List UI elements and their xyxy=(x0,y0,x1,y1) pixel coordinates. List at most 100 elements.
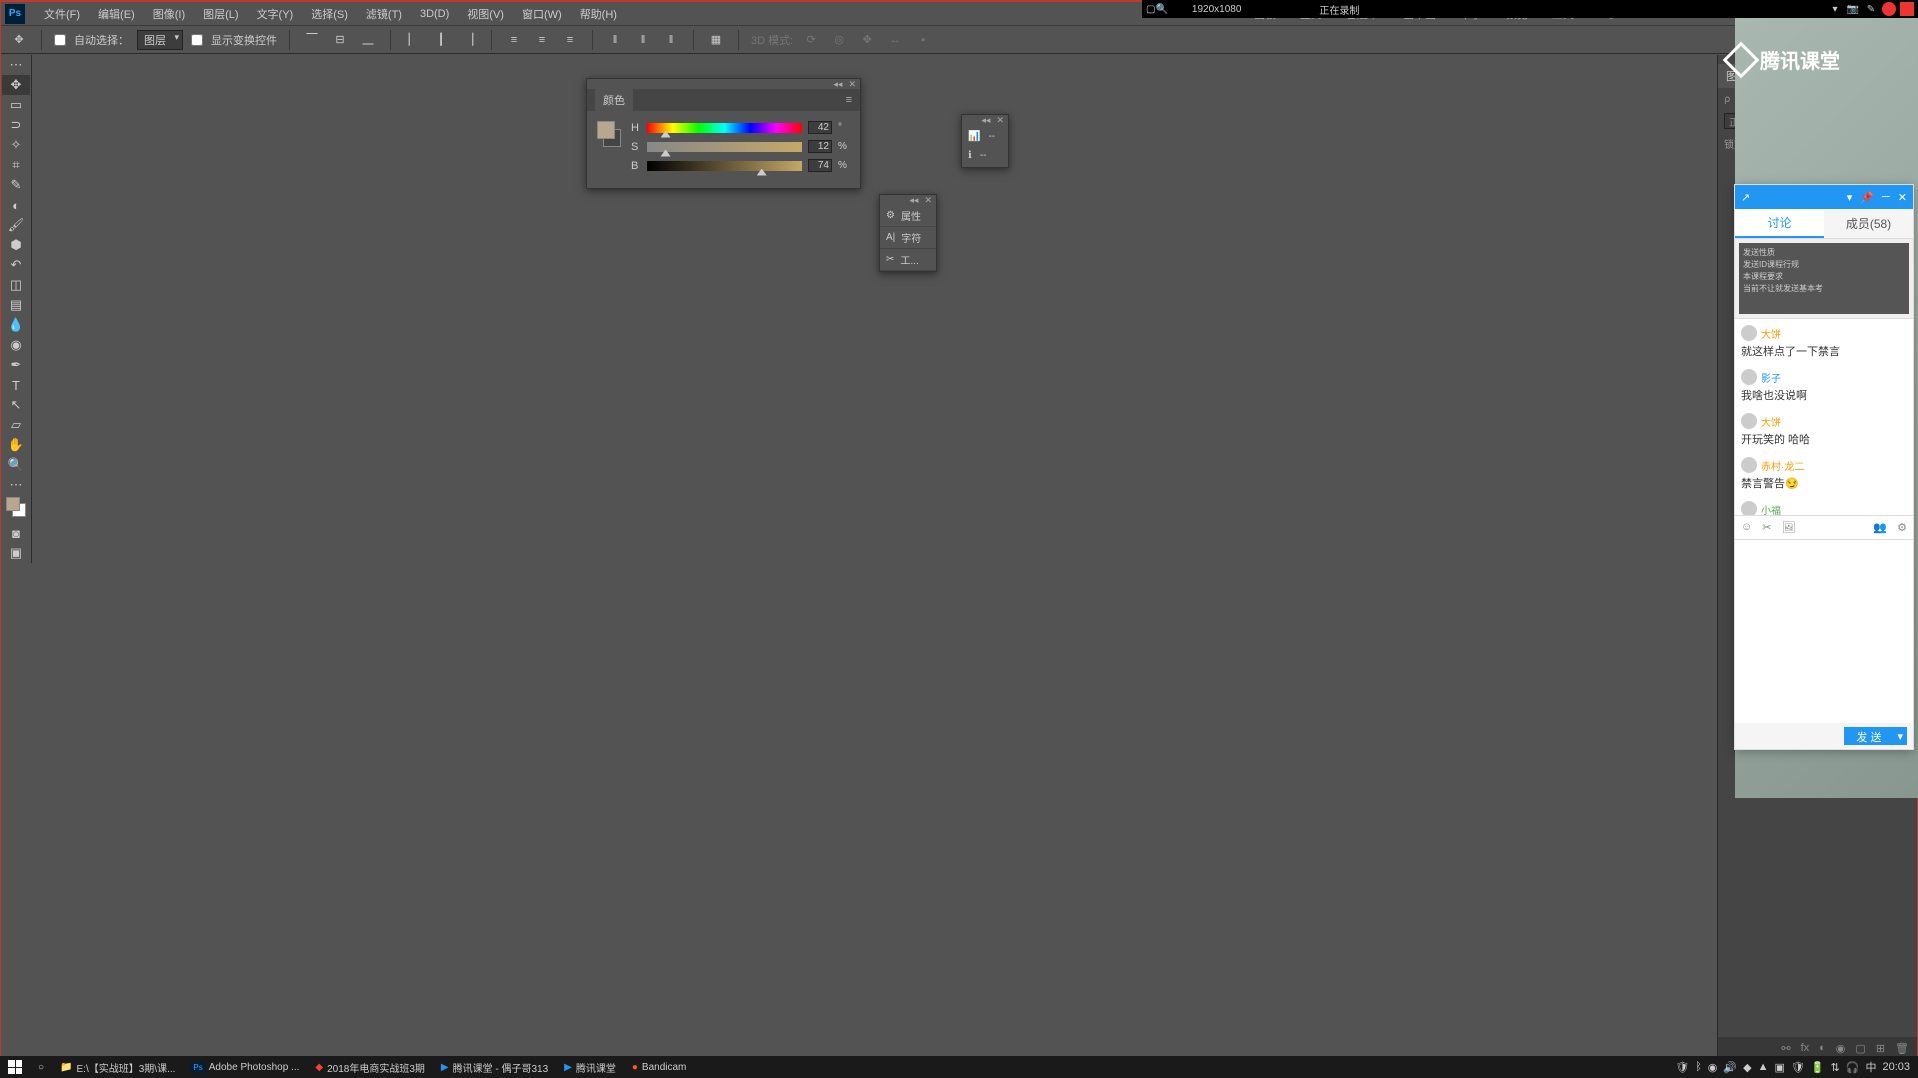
align-vcenter-icon[interactable]: ⊟ xyxy=(330,30,350,50)
chat-input[interactable] xyxy=(1735,539,1913,724)
crop-tool[interactable]: ⌗ xyxy=(2,155,30,175)
move-tool[interactable]: ✥ xyxy=(2,75,30,95)
chat-username[interactable]: 大饼 xyxy=(1761,326,1781,341)
menu-filter[interactable]: 滤镜(T) xyxy=(357,6,411,22)
menu-layer[interactable]: 图层(L) xyxy=(194,6,247,22)
cortana-button[interactable]: ○ xyxy=(30,1056,52,1078)
tray-app3-icon[interactable]: ▣ xyxy=(1774,1061,1784,1074)
delete-icon[interactable]: 🗑 xyxy=(1895,1042,1909,1055)
handle-icon[interactable]: ⋯ xyxy=(2,55,30,75)
align-left-icon[interactable]: ▏ xyxy=(403,30,423,50)
send-button[interactable]: 发 送 xyxy=(1844,727,1893,745)
distribute-right-icon[interactable]: ‖ xyxy=(661,30,681,50)
distribute-bottom-icon[interactable]: ≡ xyxy=(560,30,580,50)
tray-network-icon[interactable]: ⇅ xyxy=(1831,1061,1840,1074)
hue-value[interactable]: 42 xyxy=(808,121,832,134)
close-icon[interactable]: ✕ xyxy=(924,195,932,205)
collapse-icon[interactable]: ◂◂ xyxy=(909,195,918,205)
eyedropper-tool[interactable]: ✎ xyxy=(2,175,30,195)
3d-slide-icon[interactable]: ↔ xyxy=(885,30,905,50)
users-icon[interactable]: 👥 xyxy=(1873,521,1887,534)
canvas-area[interactable] xyxy=(32,55,1715,1059)
gradient-tool[interactable]: ▤ xyxy=(2,295,30,315)
align-bottom-icon[interactable]: ⎽ xyxy=(358,30,378,50)
histogram-icon-row[interactable]: 📊-- xyxy=(968,131,1002,142)
fx-icon[interactable]: fx xyxy=(1801,1042,1810,1054)
monitor-icon[interactable]: ▢ xyxy=(1146,4,1155,15)
camera-icon[interactable]: 📷 xyxy=(1846,2,1860,16)
pin-icon[interactable]: 📌 xyxy=(1860,191,1874,204)
menu-type[interactable]: 文字(Y) xyxy=(248,6,303,22)
foreground-swatch[interactable] xyxy=(6,497,20,511)
taskbar-item-ketang2[interactable]: ▶腾讯课堂 xyxy=(556,1056,624,1078)
tray-clock[interactable]: 20:03 xyxy=(1882,1061,1910,1073)
menu-help[interactable]: 帮助(H) xyxy=(571,6,626,22)
chat-username[interactable]: 赤村·龙二 xyxy=(1761,458,1804,473)
tray-app2-icon[interactable]: ▲ xyxy=(1758,1061,1769,1073)
type-tool[interactable]: T xyxy=(2,375,30,395)
adjustment-icon[interactable]: ◉ xyxy=(1836,1042,1846,1055)
chevron-down-icon[interactable]: ▾ xyxy=(1847,191,1853,204)
taskbar-item-photoshop[interactable]: PsAdobe Photoshop ... xyxy=(183,1056,307,1078)
taskbar-item-bandicam[interactable]: ●Bandicam xyxy=(624,1056,695,1078)
collapse-icon[interactable]: ◂◂ xyxy=(833,79,842,89)
taskbar-item-ketang1[interactable]: ▶腾讯课堂 - 偶子哥313 xyxy=(433,1056,556,1078)
tray-battery-icon[interactable]: 🔋 xyxy=(1811,1061,1825,1074)
eraser-tool[interactable]: ◫ xyxy=(2,275,30,295)
magic-wand-tool[interactable]: ✧ xyxy=(2,135,30,155)
taskbar-item-course[interactable]: ◆2018年电商实战班3期 xyxy=(307,1056,433,1078)
gear-icon[interactable]: ⚙ xyxy=(1897,521,1907,534)
align-hcenter-icon[interactable]: ┃ xyxy=(431,30,451,50)
mask-icon[interactable]: ◐ xyxy=(1819,1042,1826,1054)
close-icon[interactable]: ✕ xyxy=(996,115,1004,125)
distribute-top-icon[interactable]: ≡ xyxy=(504,30,524,50)
pencil-icon[interactable]: ✎ xyxy=(1864,2,1878,16)
quick-mask-tool[interactable]: ◙ xyxy=(2,523,30,543)
auto-select-checkbox[interactable] xyxy=(54,34,66,46)
sat-slider[interactable] xyxy=(647,142,802,152)
chat-username[interactable]: 大饼 xyxy=(1761,414,1781,429)
pen-tool[interactable]: ✒ xyxy=(2,355,30,375)
minimize-icon[interactable]: ─ xyxy=(1882,191,1890,203)
chat-messages[interactable]: 大饼就这样点了一下禁言影子我啥也没说啊大饼开玩笑的 哈哈赤村·龙二禁言警告😏小福… xyxy=(1735,319,1913,515)
menu-select[interactable]: 选择(S) xyxy=(302,6,357,22)
path-selection-tool[interactable]: ↖ xyxy=(2,395,30,415)
menu-view[interactable]: 视图(V) xyxy=(458,6,513,22)
panel-menu-icon[interactable]: ≡ xyxy=(846,94,852,106)
start-button[interactable] xyxy=(0,1056,30,1078)
3d-zoom-icon[interactable]: ▪ xyxy=(913,30,933,50)
distribute-hcenter-icon[interactable]: ‖ xyxy=(633,30,653,50)
info-icon-row[interactable]: ℹ-- xyxy=(968,150,1002,161)
sat-value[interactable]: 12 xyxy=(808,140,832,153)
character-row[interactable]: A|字符 xyxy=(880,227,936,249)
menu-file[interactable]: 文件(F) xyxy=(35,6,89,22)
show-transform-checkbox[interactable] xyxy=(191,34,203,46)
auto-align-icon[interactable]: ▦ xyxy=(706,30,726,50)
move-tool-icon[interactable]: ✥ xyxy=(9,30,29,50)
screen-mode-tool[interactable]: ▣ xyxy=(2,543,30,563)
tray-security-icon[interactable]: 🛡 xyxy=(1791,1061,1805,1074)
emoji-icon[interactable]: ☺ xyxy=(1741,521,1752,533)
tab-members[interactable]: 成员(58) xyxy=(1824,209,1913,238)
lasso-tool[interactable]: ⊃ xyxy=(2,115,30,135)
dodge-tool[interactable]: ◉ xyxy=(2,335,30,355)
color-preview[interactable] xyxy=(597,121,621,149)
tools-row[interactable]: ✂工... xyxy=(880,249,936,271)
bri-slider[interactable] xyxy=(647,161,802,171)
screenshot-preview[interactable]: 发送性质 发送ID课程行规 本课程要求 当前不让就发送基本考 xyxy=(1739,243,1909,314)
blur-tool[interactable]: 💧 xyxy=(2,315,30,335)
distribute-left-icon[interactable]: ‖ xyxy=(605,30,625,50)
edit-toolbar[interactable]: ⋯ xyxy=(2,475,30,495)
tray-ime[interactable]: 中 xyxy=(1865,1059,1876,1075)
share-icon[interactable]: ↗ xyxy=(1741,191,1750,204)
tray-volume-icon[interactable]: 🔊 xyxy=(1723,1061,1737,1074)
3d-orbit-icon[interactable]: ⟳ xyxy=(801,30,821,50)
search-icon[interactable]: 🔍 xyxy=(1155,4,1167,15)
tray-shield-icon[interactable]: 🛡 xyxy=(1675,1061,1689,1074)
chat-username[interactable]: 小福 xyxy=(1761,502,1781,515)
chevron-down-icon[interactable]: ▾ xyxy=(1828,2,1842,16)
link-icon[interactable]: ⚯ xyxy=(1781,1042,1790,1055)
properties-row[interactable]: ⚙属性 xyxy=(880,205,936,227)
group-icon[interactable]: ▢ xyxy=(1855,1042,1865,1055)
clone-stamp-tool[interactable]: ⬢ xyxy=(2,235,30,255)
